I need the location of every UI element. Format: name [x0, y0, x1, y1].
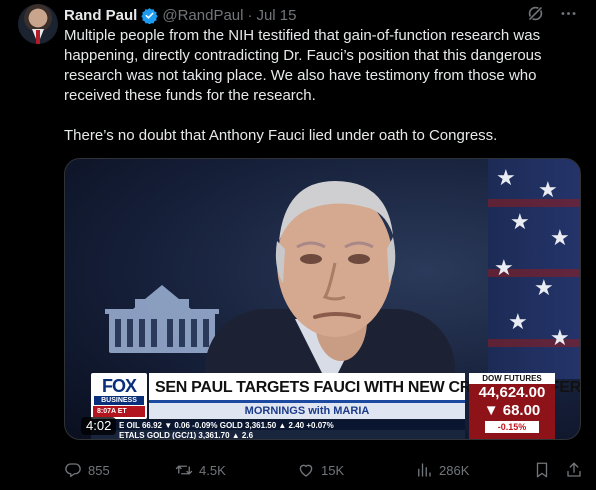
like-button[interactable]: 15K — [297, 461, 344, 479]
video-duration: 4:02 — [81, 417, 117, 435]
views-icon — [418, 463, 431, 477]
views-button[interactable]: 286K — [415, 461, 469, 479]
repost-icon — [175, 465, 193, 475]
flag-backdrop: ★ ★ ★ ★ ★ ★ ★ ★ — [488, 159, 580, 379]
bookmark-icon — [536, 462, 548, 478]
chyron-headline: SEN PAUL TARGETS FAUCI WITH NEW CRIMINAL… — [149, 373, 580, 403]
reply-icon — [65, 463, 81, 478]
news-chyron: FOX BUSINESS 8:07A ET SEN PAUL TARGETS F… — [91, 373, 580, 439]
dow-label: DOW FUTURES — [469, 373, 555, 384]
ticker-row-2: ETALS GOLD (GC/1) 3,361.70 ▲ 2.6 — [91, 430, 465, 439]
post-header: Rand Paul @RandPaul · Jul 15 — [64, 5, 297, 25]
broadcast-clock: 8:07A ET — [93, 406, 145, 417]
avatar[interactable] — [18, 4, 58, 44]
action-bar: 855 4.5K 15K 286K — [64, 460, 584, 480]
dow-percent: -0.15% — [485, 421, 539, 433]
reply-count: 855 — [88, 462, 110, 478]
video-player[interactable]: ★ ★ ★ ★ ★ ★ ★ ★ FOX BUSINESS 8:07A ET SE… — [64, 158, 581, 440]
more-icon[interactable] — [559, 4, 578, 23]
white-house-logo — [105, 285, 219, 353]
like-count: 15K — [321, 462, 345, 478]
reply-button[interactable]: 855 — [64, 461, 110, 479]
post-paragraph-2: There’s no doubt that Anthony Fauci lied… — [64, 127, 498, 144]
verified-badge-icon — [141, 7, 159, 24]
author-handle[interactable]: @RandPaul — [162, 7, 243, 24]
share-button[interactable] — [565, 461, 583, 479]
show-name: MORNINGS with MARIA — [149, 403, 465, 419]
down-arrow-icon: ▼ — [483, 402, 503, 419]
dow-change: 68.00 — [502, 402, 541, 419]
dow-value: 44,624.00 — [478, 384, 546, 401]
bookmark-button[interactable] — [533, 461, 551, 479]
share-icon — [567, 462, 581, 477]
grok-icon[interactable] — [526, 4, 545, 23]
like-icon — [299, 464, 313, 477]
separator: · — [247, 6, 253, 24]
post-paragraph-1: Multiple people from the NIH testified t… — [64, 27, 542, 104]
views-count: 286K — [439, 462, 470, 478]
dow-futures-box: DOW FUTURES 44,624.00 ▼ 68.00 -0.15% — [469, 373, 555, 439]
subject-portrait — [275, 181, 396, 361]
repost-button[interactable]: 4.5K — [175, 461, 226, 479]
repost-count: 4.5K — [199, 462, 226, 478]
post-text: Multiple people from the NIH testified t… — [64, 26, 580, 146]
network-bottom: BUSINESS — [94, 396, 144, 405]
author-name[interactable]: Rand Paul — [64, 7, 137, 24]
post-date[interactable]: Jul 15 — [256, 7, 296, 24]
network-top: FOX — [101, 376, 137, 396]
